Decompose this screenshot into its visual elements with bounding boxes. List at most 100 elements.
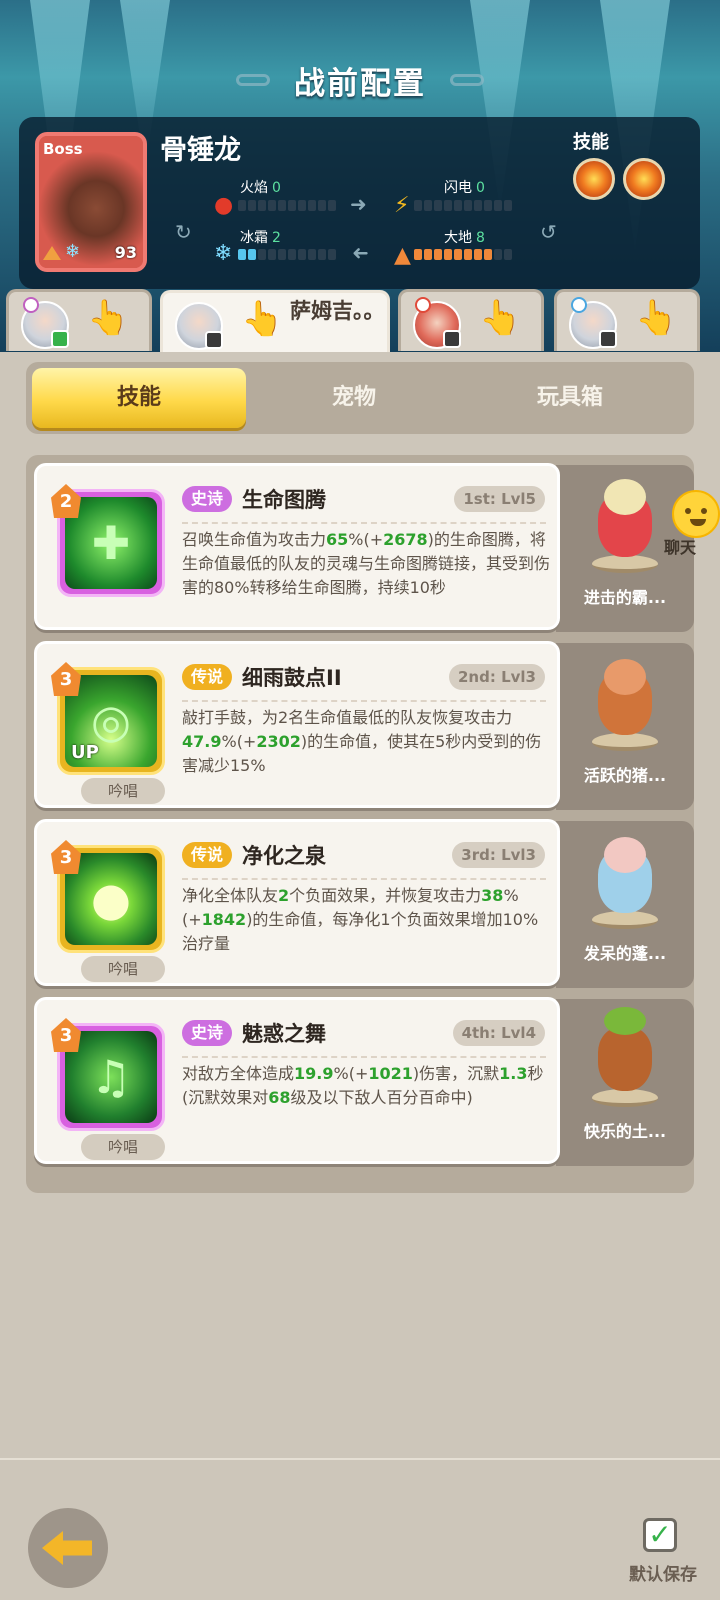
rarity-badge: 传说 (182, 664, 233, 690)
rarity-badge: 传说 (182, 842, 233, 868)
boss-skills-label: 技能 (573, 132, 609, 153)
pet-pedestal (592, 733, 658, 751)
pet-head (604, 837, 646, 873)
bar-segment (248, 200, 256, 211)
bar-segment (298, 249, 306, 260)
cycle-arrow-icon: ↻ (175, 220, 192, 244)
category-tabs: 技能 宠物 玩具箱 (26, 362, 694, 434)
bar-segment (308, 200, 316, 211)
bar-segment (268, 249, 276, 260)
pet-slot[interactable]: 发呆的蓬... (556, 821, 694, 988)
chat-label[interactable]: 聊天 (664, 534, 696, 558)
bar-segment (474, 200, 482, 211)
bar-segment (454, 200, 462, 211)
bar-segment (288, 249, 296, 260)
bar-segment (288, 200, 296, 211)
pet-pedestal (592, 1089, 658, 1107)
bar-segment (504, 249, 512, 260)
rarity-badge: 史诗 (182, 486, 233, 512)
pet-slot[interactable]: 快乐的土... (556, 999, 694, 1166)
pet-pedestal (592, 911, 658, 929)
chat-emoji-icon[interactable] (672, 490, 720, 538)
tab-pets[interactable]: 宠物 (247, 368, 461, 428)
boss-portrait[interactable]: Boss ❄ 93 (35, 132, 147, 272)
page-title: 战前配置 (294, 66, 426, 102)
hero-tab[interactable]: 👆 (398, 289, 544, 351)
skill-slot-level: 1st: Lvl5 (454, 486, 545, 512)
bar-segment (308, 249, 316, 260)
bar-segment (248, 249, 256, 260)
skill-card[interactable]: ◎ UP 3 吟唱 传说 细雨鼓点II 2nd: Lvl3 敲打手鼓，为2名生命值… (34, 641, 560, 808)
bar-segment (318, 200, 326, 211)
cycle-arrow-icon: ↺ (540, 220, 557, 244)
bar-segment (434, 200, 442, 211)
bar-segment (238, 200, 246, 211)
class-icon (415, 297, 431, 313)
frost-icon: ❄ (214, 241, 233, 266)
bar-segment (504, 200, 512, 211)
bar-segment (464, 249, 472, 260)
hero-tab-active[interactable]: 👆 萨姆吉。。 (160, 290, 390, 354)
pet-head (604, 1007, 646, 1035)
skill-slot-level: 3rd: Lvl3 (452, 842, 545, 868)
tab-skills[interactable]: 技能 (32, 368, 246, 428)
bar-segment (258, 200, 266, 211)
skill-description: 召唤生命值为攻击力65%(+2678)的生命图腾，将生命值最低的队友的灵魂与生命… (182, 530, 551, 597)
pet-head (604, 479, 646, 515)
element-earth: 大地 8 (444, 230, 485, 246)
rarity-badge: 史诗 (182, 1020, 233, 1046)
bar-segment (424, 200, 432, 211)
bar-segment (258, 249, 266, 260)
tab-toybox[interactable]: 玩具箱 (463, 368, 677, 428)
bar-segment (318, 249, 326, 260)
tap-hand-icon: 👆 (87, 298, 130, 338)
class-icon (571, 297, 587, 313)
chat-badge-icon (205, 331, 223, 349)
tap-hand-icon: 👆 (241, 299, 284, 339)
divider (182, 1056, 546, 1058)
bar-segment (474, 249, 482, 260)
skill-description: 对敌方全体造成19.9%(+1021)伤害，沉默1.3秒(沉默效果对68级及以下… (182, 1064, 544, 1107)
pet-name: 发呆的蓬... (583, 944, 667, 963)
skill-description: 敲打手鼓，为2名生命值最低的队友恢复攻击力47.9%(+2302)的生命值，使其… (182, 708, 542, 775)
chat-badge-icon (443, 330, 461, 348)
pet-head (604, 659, 646, 695)
bar-segment (278, 249, 286, 260)
hero-tab[interactable]: 👆 (554, 289, 700, 351)
skill-name: 魅惑之舞 (242, 1022, 326, 1046)
skill-name: 生命图腾 (242, 488, 326, 512)
earth-bar (414, 249, 512, 260)
save-checkbox[interactable]: ✓ (643, 1518, 677, 1552)
bar-segment (444, 200, 452, 211)
earth-icon: ▲ (394, 243, 411, 268)
element-fire: 火焰 0 (240, 180, 281, 196)
boss-skill-icon[interactable] (623, 158, 665, 200)
save-default-label[interactable]: 默认保存 (620, 1560, 706, 1585)
pet-pedestal (592, 555, 658, 573)
bar-segment (328, 249, 336, 260)
lightning-icon: ⚡ (394, 193, 410, 218)
back-button[interactable] (28, 1508, 108, 1588)
earth-icon (43, 246, 61, 260)
skill-card[interactable]: ✚ 2 史诗 生命图腾 1st: Lvl5 召唤生命值为攻击力65%(+2678… (34, 463, 560, 630)
skill-name: 净化之泉 (242, 844, 326, 868)
back-arrow-icon (42, 1531, 92, 1565)
skill-card[interactable]: ● 3 吟唱 传说 净化之泉 3rd: Lvl3 净化全体队友2个负面效果，并恢… (34, 819, 560, 986)
hero-tab[interactable]: 👆 (6, 289, 152, 351)
bar-segment (414, 200, 422, 211)
cycle-arrow-icon: ➜ (352, 242, 369, 266)
skill-card[interactable]: ♫ 3 吟唱 史诗 魅惑之舞 4th: Lvl4 对敌方全体造成19.9%(+1… (34, 997, 560, 1164)
divider (182, 878, 546, 880)
cycle-arrow-icon: ➜ (350, 192, 367, 216)
bar-segment (494, 200, 502, 211)
skill-list: 进击的霸... ✚ 2 史诗 生命图腾 1st: Lvl5 召唤生命值为攻击力6… (26, 455, 694, 1193)
divider (182, 522, 546, 524)
tap-hand-icon: 👆 (635, 298, 678, 338)
boss-skill-icon[interactable] (573, 158, 615, 200)
skill-slot-level: 4th: Lvl4 (452, 1020, 545, 1046)
hero-name: 萨姆吉。。 (290, 299, 385, 323)
bar-segment (278, 200, 286, 211)
boss-level: 93 (114, 243, 137, 262)
pet-slot[interactable]: 活跃的猪... (556, 643, 694, 810)
pet-name: 进击的霸... (583, 588, 667, 607)
